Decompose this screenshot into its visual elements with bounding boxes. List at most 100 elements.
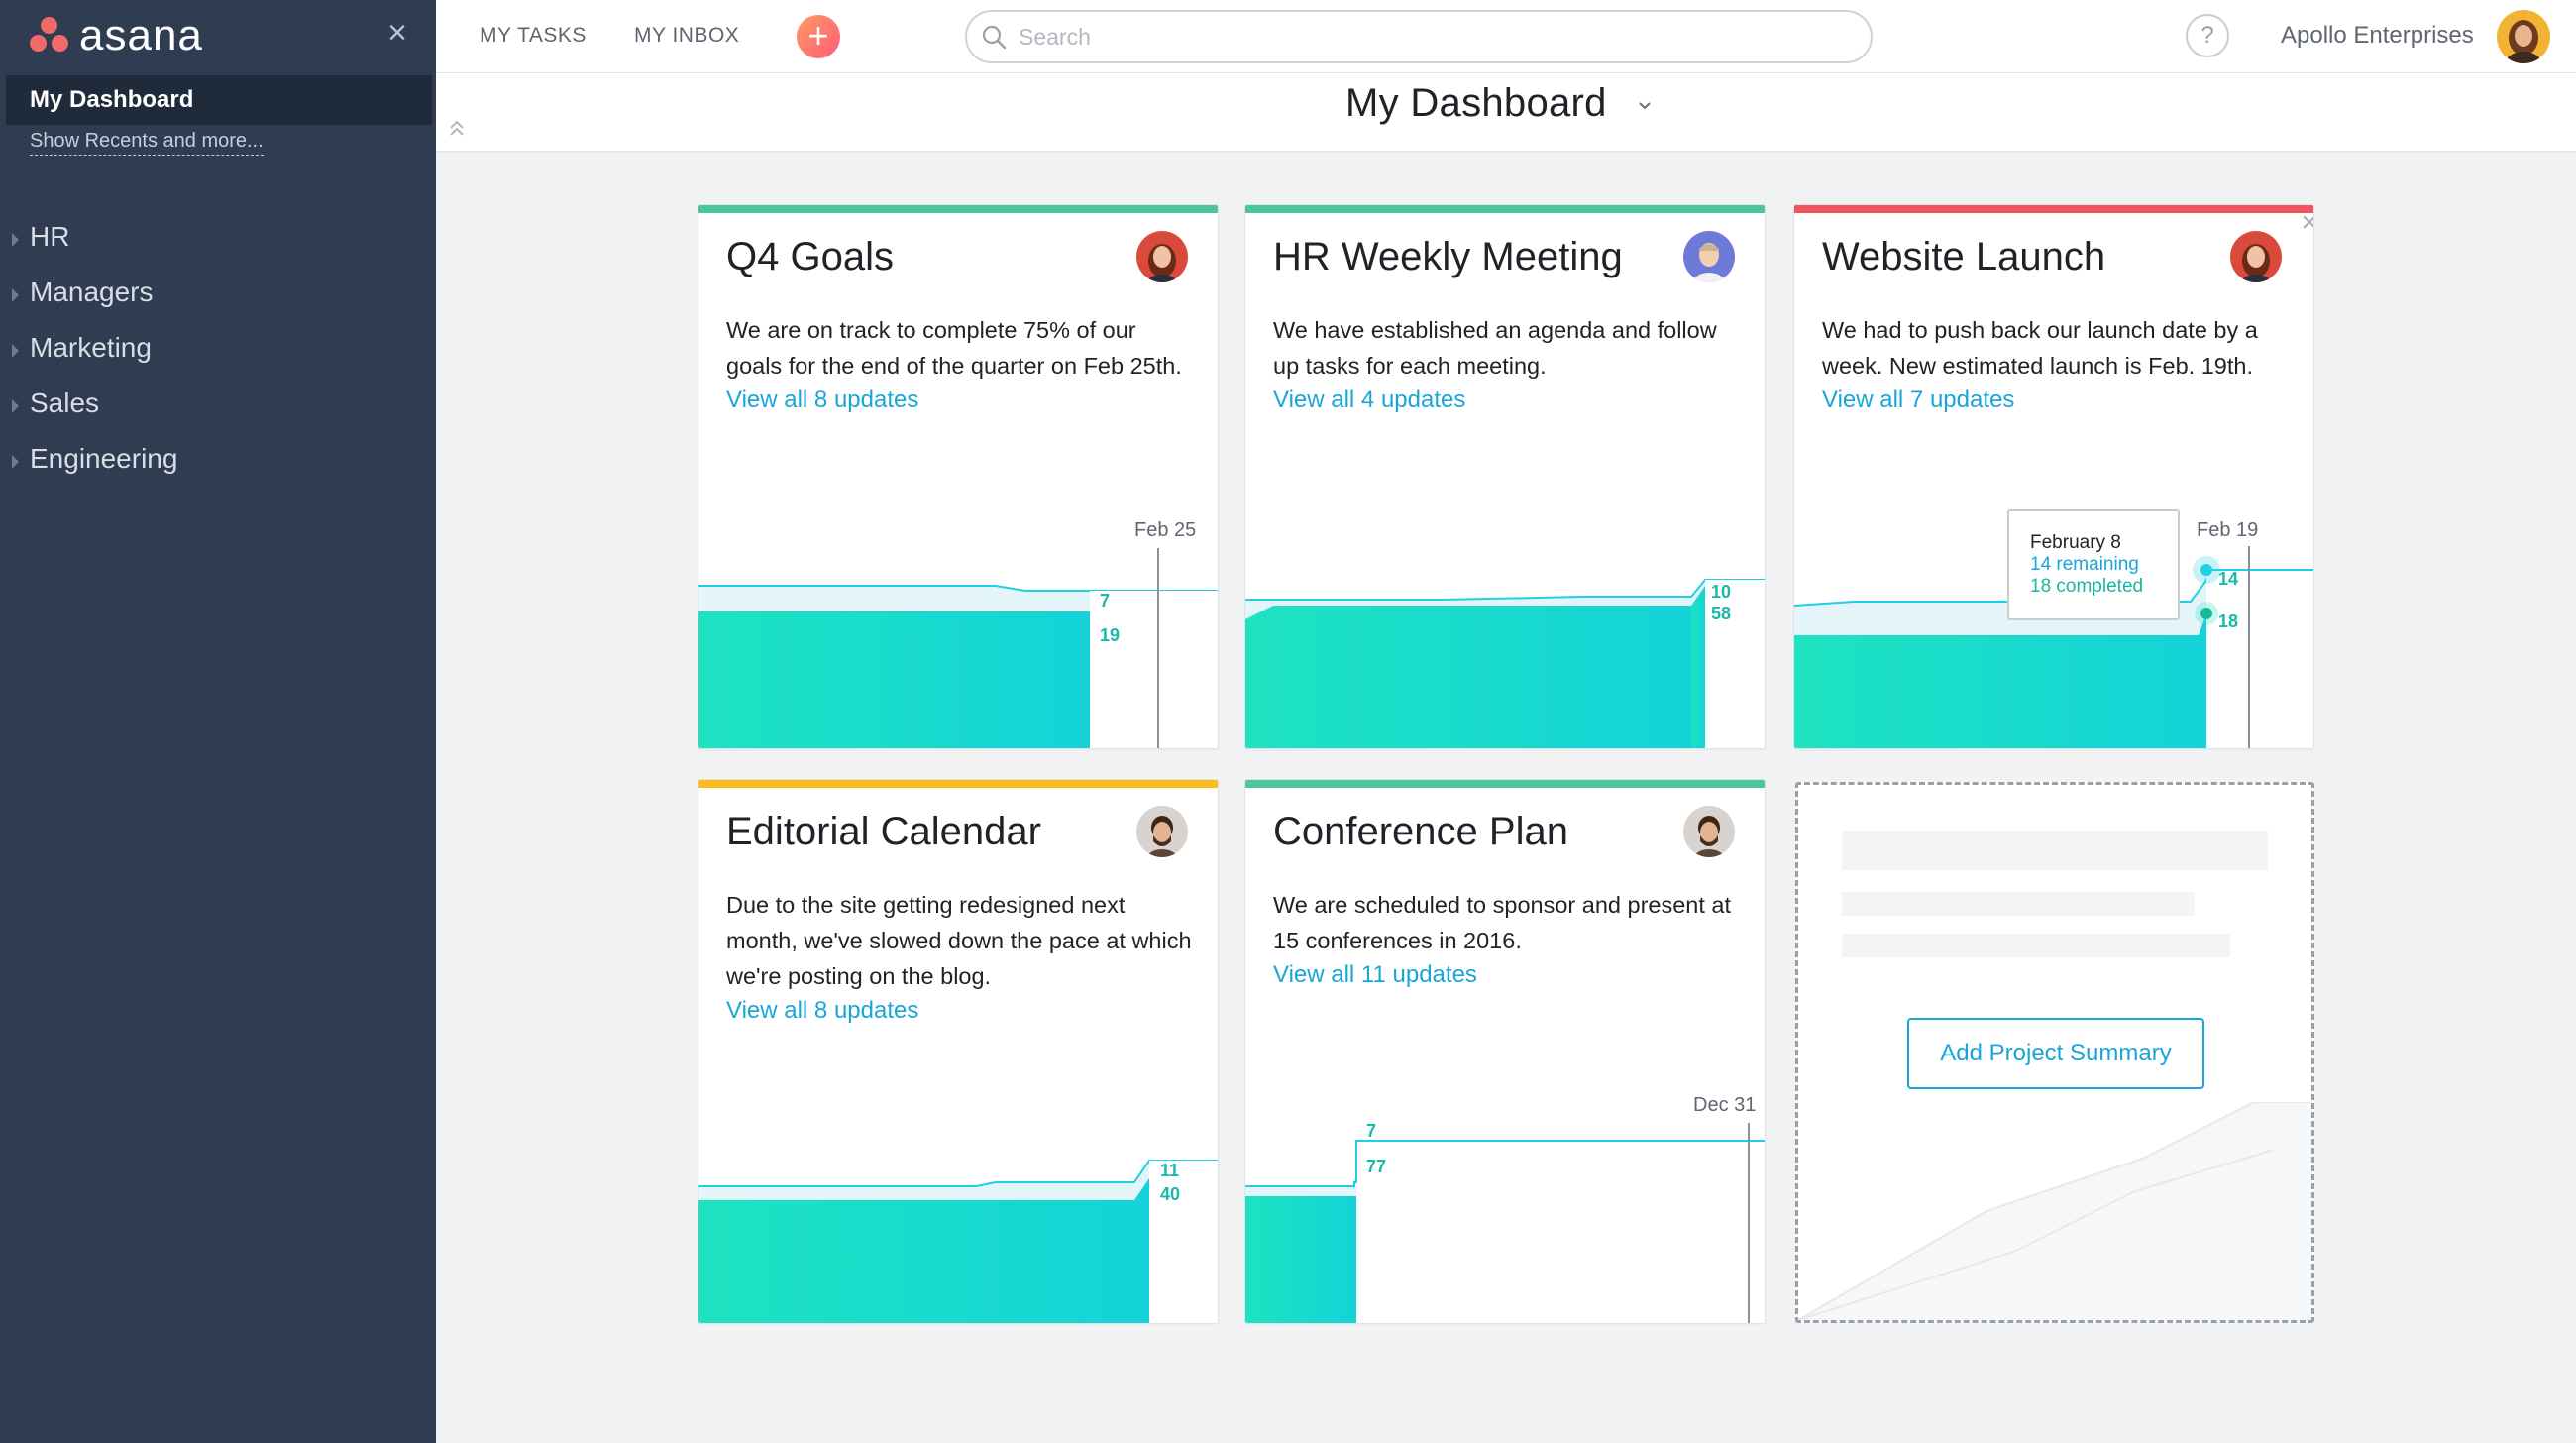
view-updates-link[interactable]: View all 8 updates	[726, 384, 1192, 417]
remaining-count: 7	[1100, 591, 1110, 610]
chart-tooltip: February 8 14 remaining 18 completed	[2007, 509, 2180, 620]
completed-area-end	[1691, 586, 1705, 748]
user-avatar[interactable]	[2497, 10, 2550, 63]
quick-add-button[interactable]: +	[797, 15, 840, 58]
view-updates-link[interactable]: View all 7 updates	[1822, 384, 2288, 417]
sidebar-item-my-dashboard[interactable]: My Dashboard	[6, 75, 432, 125]
completed-count: 19	[1100, 625, 1120, 645]
add-project-summary-button[interactable]: Add Project Summary	[1907, 1018, 2204, 1089]
completed-area	[698, 611, 1090, 748]
owner-avatar[interactable]	[1683, 806, 1735, 857]
owner-avatar-image	[2230, 231, 2282, 282]
card-title[interactable]: Website Launch	[1822, 235, 2105, 279]
card-title[interactable]: Editorial Calendar	[726, 810, 1041, 854]
card-title[interactable]: HR Weekly Meeting	[1273, 235, 1623, 279]
completed-area	[1245, 1196, 1356, 1323]
top-bar: MY TASKS MY INBOX + ? Apollo Enterprises	[436, 0, 2576, 73]
owner-avatar[interactable]	[1683, 231, 1735, 282]
card-description: We are scheduled to sponsor and present …	[1273, 887, 1739, 992]
my-tasks-link[interactable]: MY TASKS	[480, 24, 587, 48]
project-card-q4-goals[interactable]: Q4 Goals We are on track to complete 75%…	[698, 204, 1219, 749]
sidebar-item-engineering[interactable]: Engineering	[0, 438, 436, 494]
logo-text: asana	[79, 11, 203, 59]
collapse-up-icon[interactable]	[448, 119, 466, 139]
project-card-editorial-calendar[interactable]: Editorial Calendar Due to the site getti…	[698, 779, 1219, 1324]
card-title[interactable]: Q4 Goals	[726, 235, 894, 279]
workspace-name[interactable]: Apollo Enterprises	[2281, 22, 2474, 50]
help-icon[interactable]: ?	[2186, 14, 2229, 57]
placeholder-line	[1842, 892, 2195, 916]
completed-count: 40	[1160, 1184, 1180, 1204]
sidebar-item-sales[interactable]: Sales	[0, 383, 436, 438]
asana-logo-icon	[30, 17, 69, 55]
future-area	[2206, 570, 2313, 748]
close-icon[interactable]: ×	[2298, 208, 2313, 238]
owner-avatar-image	[1683, 806, 1735, 857]
team-label: HR	[30, 221, 70, 252]
owner-avatar[interactable]	[2230, 231, 2282, 282]
future-area	[1090, 591, 1218, 748]
project-card-website-launch[interactable]: × Website Launch We had to push back our…	[1793, 204, 2314, 749]
sidebar-item-hr[interactable]: HR	[0, 216, 436, 272]
team-label: Marketing	[30, 332, 152, 363]
completed-count: 18	[2218, 611, 2238, 631]
placeholder-line	[1842, 934, 2230, 957]
search-bar[interactable]	[965, 10, 1873, 63]
status-stripe	[1794, 205, 2313, 213]
owner-avatar[interactable]	[1136, 806, 1188, 857]
chevron-down-icon[interactable]	[1635, 95, 1655, 115]
deadline-label: Feb 19	[2197, 519, 2258, 541]
search-input[interactable]	[1019, 21, 1851, 53]
add-project-summary-card[interactable]: Add Project Summary	[1795, 782, 2314, 1323]
view-updates-link[interactable]: View all 8 updates	[726, 994, 1192, 1028]
project-card-hr-weekly-meeting[interactable]: HR Weekly Meeting We have established an…	[1244, 204, 1766, 749]
completed-count: 58	[1711, 604, 1731, 623]
remaining-point[interactable]	[2200, 564, 2212, 576]
view-updates-link[interactable]: View all 4 updates	[1273, 384, 1739, 417]
sidebar-item-marketing[interactable]: Marketing	[0, 327, 436, 383]
user-avatar-image	[2497, 10, 2550, 63]
my-inbox-link[interactable]: MY INBOX	[634, 24, 739, 48]
close-sidebar-icon[interactable]: ×	[382, 16, 412, 50]
page-title[interactable]: My Dashboard	[1345, 81, 1607, 126]
deadline-label: Feb 25	[1134, 519, 1196, 541]
sidebar-item-managers[interactable]: Managers	[0, 272, 436, 327]
future-area	[1356, 1182, 1765, 1323]
card-description: We have established an agenda and follow…	[1273, 312, 1739, 417]
sidebar: asana × My Dashboard Show Recents and mo…	[0, 0, 436, 1443]
card-description: We had to push back our launch date by a…	[1822, 312, 2288, 417]
owner-avatar-image	[1136, 806, 1188, 857]
expand-triangle-icon	[12, 455, 19, 469]
tooltip-date: February 8	[2030, 532, 2121, 553]
burnup-chart: Feb 25 7 19	[698, 519, 1218, 748]
expand-triangle-icon	[12, 344, 19, 358]
card-description: We are on track to complete 75% of our g…	[726, 312, 1192, 417]
project-card-conference-plan[interactable]: Conference Plan We are scheduled to spon…	[1244, 779, 1766, 1324]
team-label: Managers	[30, 277, 154, 307]
completed-count: 77	[1366, 1157, 1386, 1176]
team-label: Sales	[30, 388, 100, 418]
remaining-line	[1245, 579, 1765, 601]
description-text: Due to the site getting redesigned next …	[726, 892, 1192, 989]
owner-avatar[interactable]	[1136, 231, 1188, 282]
team-list: HR Managers Marketing Sales Engineering	[0, 216, 436, 494]
expand-triangle-icon	[12, 399, 19, 413]
view-updates-link[interactable]: View all 11 updates	[1273, 958, 1739, 992]
owner-avatar-image	[1136, 231, 1188, 282]
card-title[interactable]: Conference Plan	[1273, 810, 1568, 854]
description-text: We are scheduled to sponsor and present …	[1273, 892, 1732, 953]
remaining-line	[1245, 1140, 1765, 1187]
asana-logo[interactable]: asana	[30, 14, 203, 57]
description-text: We had to push back our launch date by a…	[1822, 317, 2258, 379]
completed-point[interactable]	[2200, 608, 2212, 619]
tooltip-completed: 18 completed	[2030, 576, 2143, 597]
placeholder-chart	[1798, 1102, 2311, 1320]
remaining-count: 11	[1160, 1161, 1179, 1180]
burnup-chart: Dec 31 7 77	[1245, 1094, 1765, 1323]
card-description: Due to the site getting redesigned next …	[726, 887, 1192, 1028]
status-stripe	[698, 205, 1218, 213]
status-stripe	[698, 780, 1218, 788]
expand-triangle-icon	[12, 233, 19, 247]
show-recents-link[interactable]: Show Recents and more...	[30, 130, 264, 156]
team-label: Engineering	[30, 443, 178, 474]
